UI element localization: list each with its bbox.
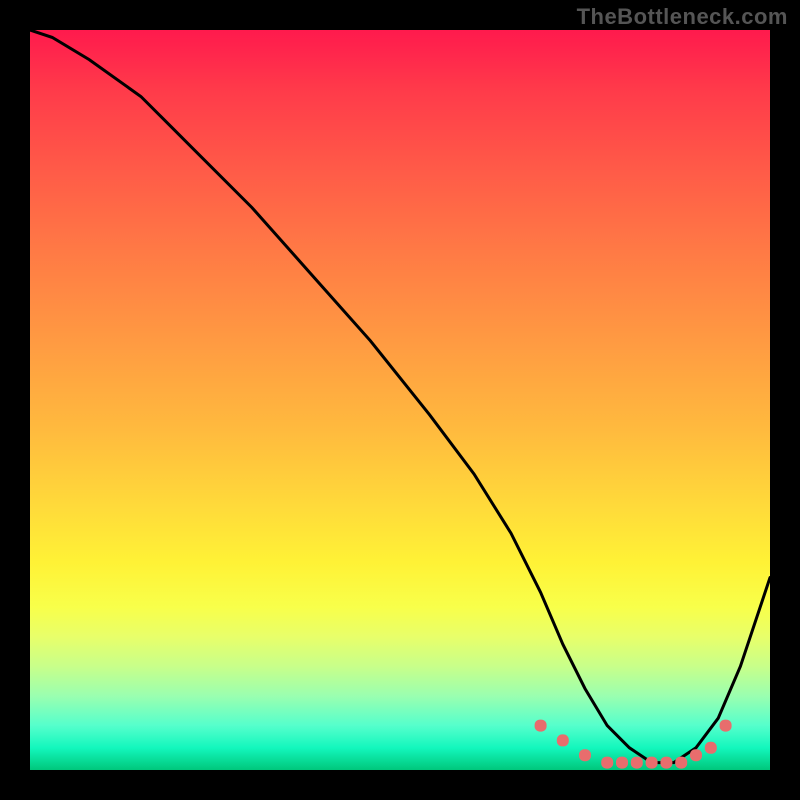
marker-dot [705, 742, 717, 754]
marker-group [535, 720, 732, 769]
marker-dot [557, 734, 569, 746]
watermark-label: TheBottleneck.com [577, 4, 788, 30]
chart-overlay [30, 30, 770, 770]
marker-dot [690, 749, 702, 761]
marker-dot [535, 720, 547, 732]
chart-frame: TheBottleneck.com [0, 0, 800, 800]
marker-dot [631, 757, 643, 769]
marker-dot [675, 757, 687, 769]
marker-dot [601, 757, 613, 769]
chart-plot-area [30, 30, 770, 770]
marker-dot [720, 720, 732, 732]
marker-dot [616, 757, 628, 769]
marker-dot [646, 757, 658, 769]
curve-path [30, 30, 770, 763]
marker-dot [579, 749, 591, 761]
marker-dot [660, 757, 672, 769]
